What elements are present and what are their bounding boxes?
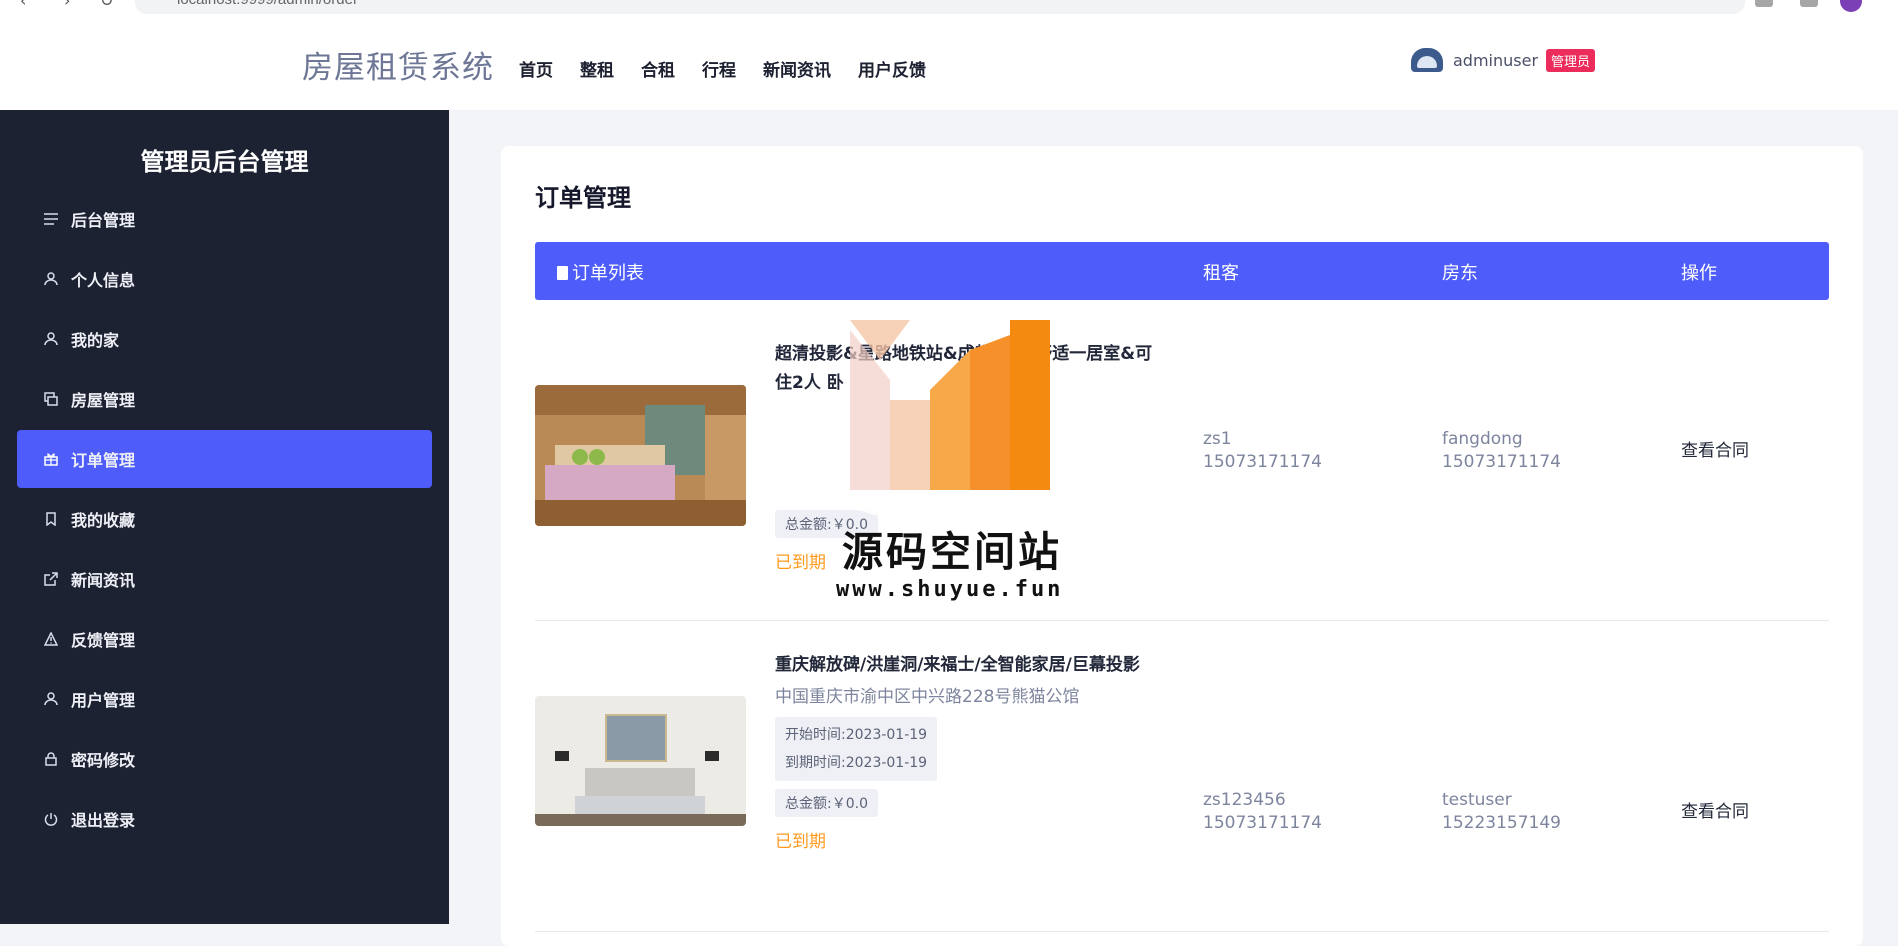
power-icon — [43, 811, 59, 827]
tenant-cell: zs123456 15073171174 — [1203, 789, 1322, 835]
address-text[interactable]: localhost:9999/admin/order — [177, 0, 358, 8]
sidebar-item-news[interactable]: 新闻资讯 — [17, 550, 432, 608]
order-management-card: 订单管理 订单列表 租客 房东 操作 超清投影&星路地铁站&成都3室&舒适一居室… — [501, 146, 1863, 946]
sidebar-item-house-management[interactable]: 房屋管理 — [17, 370, 432, 428]
sidebar-item-logout[interactable]: 退出登录 — [17, 790, 432, 848]
sidebar-item-profile[interactable]: 个人信息 — [17, 250, 432, 308]
address-bar[interactable] — [135, 0, 1745, 14]
top-navbar: 房屋租赁系统 首页 整租 合租 行程 新闻资讯 用户反馈 adminuser 管… — [0, 20, 1898, 110]
sidebar-item-label: 新闻资讯 — [71, 571, 136, 590]
list-icon — [43, 211, 59, 227]
main-nav: 首页 整租 合租 行程 新闻资讯 用户反馈 — [519, 56, 953, 81]
site-brand[interactable]: 房屋租赁系统 — [302, 42, 494, 87]
alert-triangle-icon — [43, 631, 59, 647]
extension-icon[interactable] — [1800, 0, 1818, 7]
watermark-url: www.shuyue.fun — [836, 577, 1064, 602]
sidebar-item-label: 我的家 — [71, 331, 120, 350]
user-menu[interactable]: adminuser 管理员 — [1411, 48, 1596, 72]
nav-trip[interactable]: 行程 — [702, 56, 736, 81]
sidebar-menu: 后台管理 个人信息 我的家 房屋管理 订单管理 我的收藏 新闻资讯 反馈管理 用… — [17, 190, 432, 850]
tenant-cell: zs1 15073171174 — [1203, 428, 1322, 474]
tenant-name: zs1 — [1203, 429, 1232, 449]
copy-icon — [43, 391, 59, 407]
order-amount: 总金额:￥0.0 — [775, 789, 878, 817]
sidebar-item-label: 后台管理 — [71, 211, 136, 230]
role-badge: 管理员 — [1546, 48, 1596, 72]
order-info: 重庆解放碑/洪崖洞/来福士/全智能家居/巨幕投影 中国重庆市渝中区中兴路228号… — [775, 651, 1155, 852]
landlord-phone: 15223157149 — [1442, 813, 1561, 833]
lock-icon — [43, 751, 59, 767]
user-icon — [43, 331, 59, 347]
nav-feedback[interactable]: 用户反馈 — [858, 56, 926, 81]
landlord-cell: fangdong 15073171174 — [1442, 428, 1561, 474]
obscured-details — [775, 398, 1155, 502]
sidebar-item-feedback-management[interactable]: 反馈管理 — [17, 610, 432, 668]
browser-chrome: ‹ › ↻ localhost:9999/admin/order — [0, 0, 1898, 21]
house-thumbnail[interactable] — [535, 385, 746, 526]
bookmark-star-icon[interactable] — [1755, 0, 1773, 7]
header-actions: 操作 — [1681, 263, 1717, 284]
landlord-name: fangdong — [1442, 429, 1523, 449]
sidebar-item-change-password[interactable]: 密码修改 — [17, 730, 432, 788]
document-icon — [557, 266, 568, 280]
landlord-name: testuser — [1442, 790, 1512, 810]
bookmark-icon — [43, 511, 59, 527]
tenant-name: zs123456 — [1203, 790, 1286, 810]
tenant-phone: 15073171174 — [1203, 452, 1322, 472]
header-tenant: 租客 — [1203, 263, 1239, 284]
header-order-list-label: 订单列表 — [572, 263, 644, 284]
sidebar-item-label: 个人信息 — [71, 271, 136, 290]
view-contract-link[interactable]: 查看合同 — [1681, 440, 1749, 463]
sidebar: 管理员后台管理 后台管理 个人信息 我的家 房屋管理 订单管理 我的收藏 新闻资… — [0, 110, 449, 924]
external-link-icon — [43, 571, 59, 587]
sidebar-item-dashboard[interactable]: 后台管理 — [17, 190, 432, 248]
nav-shared-rent[interactable]: 合租 — [641, 56, 675, 81]
user-icon — [43, 691, 59, 707]
sidebar-item-label: 用户管理 — [71, 691, 136, 710]
landlord-cell: testuser 15223157149 — [1442, 789, 1561, 835]
order-status: 已到期 — [775, 832, 826, 852]
sidebar-item-label: 退出登录 — [71, 811, 136, 830]
username[interactable]: adminuser — [1453, 51, 1538, 70]
rental-period: 开始时间:2023-01-19 到期时间:2023-01-19 — [775, 717, 938, 781]
start-date: 开始时间:2023-01-19 — [785, 727, 928, 743]
sidebar-item-order-management[interactable]: 订单管理 — [17, 430, 432, 488]
sidebar-item-label: 反馈管理 — [71, 631, 136, 650]
sidebar-item-label: 房屋管理 — [71, 391, 136, 410]
house-address: 中国重庆市渝中区中兴路228号熊猫公馆 — [775, 687, 1080, 707]
watermark-text: 源码空间站 — [842, 528, 1062, 576]
gift-icon — [43, 451, 59, 467]
house-title[interactable]: 超清投影&星路地铁站&成都3室&舒适一居室&可住2人 卧 — [775, 340, 1155, 398]
sidebar-item-user-management[interactable]: 用户管理 — [17, 670, 432, 728]
sidebar-item-label: 我的收藏 — [71, 511, 136, 530]
sidebar-title: 管理员后台管理 — [140, 148, 309, 176]
sidebar-item-my-home[interactable]: 我的家 — [17, 310, 432, 368]
profile-icon[interactable] — [1840, 0, 1862, 12]
avatar[interactable] — [1411, 48, 1443, 72]
forward-icon[interactable]: › — [64, 0, 70, 10]
table-row: 重庆解放碑/洪崖洞/来福士/全智能家居/巨幕投影 中国重庆市渝中区中兴路228号… — [535, 621, 1829, 932]
sidebar-item-label: 密码修改 — [71, 751, 136, 770]
house-title[interactable]: 重庆解放碑/洪崖洞/来福士/全智能家居/巨幕投影 — [775, 651, 1155, 680]
view-contract-link[interactable]: 查看合同 — [1681, 801, 1749, 824]
landlord-phone: 15073171174 — [1442, 452, 1561, 472]
end-date: 到期时间:2023-01-19 — [785, 755, 928, 771]
reload-icon[interactable]: ↻ — [100, 0, 113, 10]
table-row: 超清投影&星路地铁站&成都3室&舒适一居室&可住2人 卧 总金额:￥0.0 已到… — [535, 310, 1829, 621]
house-thumbnail[interactable] — [535, 696, 746, 826]
table-header: 订单列表 租客 房东 操作 — [535, 242, 1829, 300]
user-icon — [43, 271, 59, 287]
sidebar-item-favorites[interactable]: 我的收藏 — [17, 490, 432, 548]
nav-whole-rent[interactable]: 整租 — [580, 56, 614, 81]
sidebar-item-label: 订单管理 — [71, 451, 136, 470]
header-landlord: 房东 — [1442, 263, 1478, 284]
header-order-list: 订单列表 — [557, 259, 644, 285]
nav-news[interactable]: 新闻资讯 — [763, 56, 831, 81]
nav-home[interactable]: 首页 — [519, 56, 553, 81]
tenant-phone: 15073171174 — [1203, 813, 1322, 833]
back-icon[interactable]: ‹ — [20, 0, 26, 10]
page-title: 订单管理 — [535, 184, 631, 212]
